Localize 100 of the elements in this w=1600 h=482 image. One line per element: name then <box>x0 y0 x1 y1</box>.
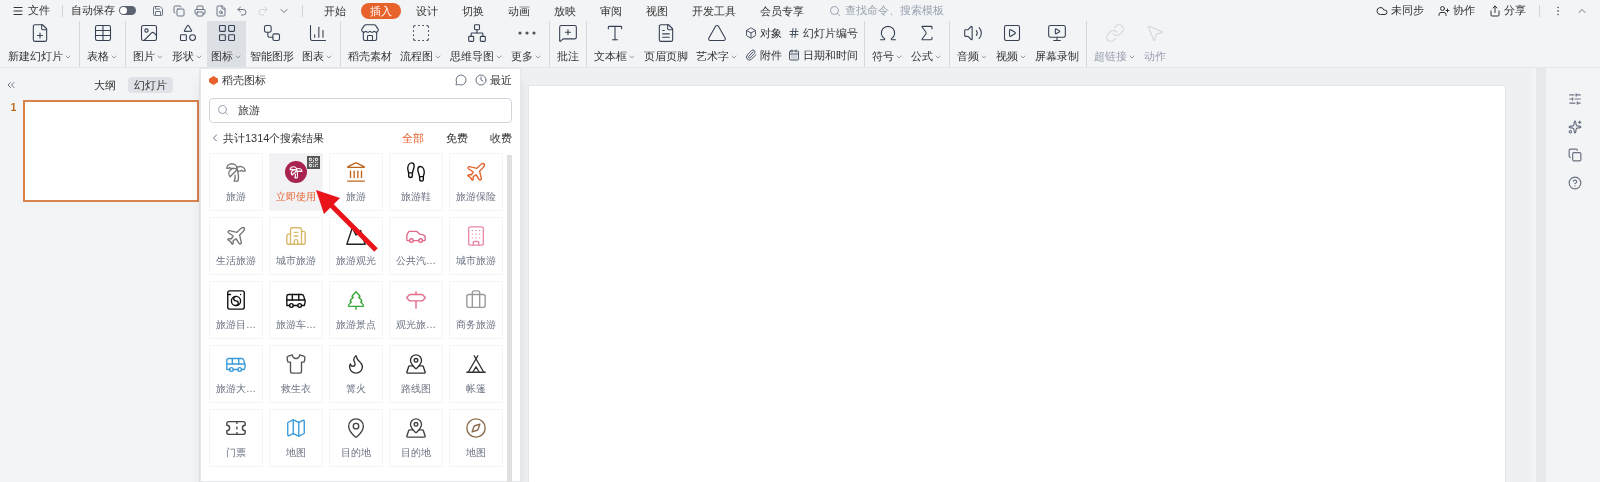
ribbon-small-button[interactable]: 附件 <box>745 47 782 64</box>
qr-code-icon[interactable] <box>307 156 320 169</box>
annotation-arrow <box>314 188 380 254</box>
ribbon-tab[interactable]: 放映 <box>545 2 585 19</box>
icon-tile[interactable]: 公共汽… <box>389 217 443 275</box>
ribbon-tab[interactable]: 开始 <box>315 2 355 19</box>
paperclip-icon <box>745 49 757 62</box>
ribbon-button[interactable]: 图标 <box>207 21 246 67</box>
recent-button[interactable]: 最近 <box>475 71 512 89</box>
icon-tile[interactable]: 旅游保险 <box>449 153 503 211</box>
ribbon-button[interactable]: 流程图 <box>396 21 446 67</box>
ribbon-button[interactable]: 屏幕录制 <box>1031 21 1083 67</box>
panel-tab[interactable]: 幻灯片 <box>128 77 173 93</box>
save-icon[interactable] <box>152 4 164 17</box>
ribbon-button[interactable]: 公式 <box>907 21 946 67</box>
ribbon-tab[interactable]: 会员专享 <box>751 2 813 19</box>
copy-icon[interactable] <box>1568 148 1582 162</box>
help-icon[interactable] <box>1568 176 1582 190</box>
icon-tile[interactable]: 商务旅游 <box>449 281 503 339</box>
icon-tile[interactable]: 旅游 <box>209 153 263 211</box>
slide-thumbnail[interactable] <box>23 100 199 202</box>
ribbon-button[interactable]: 视频 <box>992 21 1031 67</box>
icon-tile[interactable]: 旅游 <box>329 153 383 211</box>
icon-tile[interactable]: 路线图 <box>389 345 443 403</box>
search-icon <box>217 104 229 116</box>
undo-icon[interactable] <box>236 4 248 17</box>
icon-tile[interactable]: 目的地 <box>329 409 383 467</box>
top-action-button[interactable]: 协作 <box>1433 2 1480 19</box>
sliders-icon[interactable] <box>1568 92 1582 106</box>
ribbon-button[interactable]: 图表 <box>298 21 337 67</box>
ribbon-tab[interactable]: 切换 <box>453 2 493 19</box>
chat-icon[interactable] <box>455 74 467 86</box>
ribbon-button[interactable]: 更多 <box>507 21 546 67</box>
icon-tile[interactable]: 旅游目… <box>209 281 263 339</box>
share-icon <box>1489 4 1501 17</box>
ribbon-button[interactable]: 表格 <box>79 21 122 67</box>
autosave-toggle[interactable] <box>119 6 136 15</box>
hash-icon <box>788 26 800 39</box>
icon-tile[interactable]: 地图 <box>269 409 323 467</box>
icon-tile[interactable]: 篝火 <box>329 345 383 403</box>
icon-tile[interactable]: 门票 <box>209 409 263 467</box>
ellipsis-icon <box>517 31 536 36</box>
ribbon-button[interactable]: 文本框 <box>586 21 640 67</box>
icon-tile[interactable]: 目的地 <box>389 409 443 467</box>
icon-tile[interactable]: 救生衣 <box>269 345 323 403</box>
ribbon-button[interactable]: 智能图形 <box>246 21 298 67</box>
icon-tile[interactable]: 旅游鞋 <box>389 153 443 211</box>
ribbon-tab[interactable]: 审阅 <box>591 2 631 19</box>
top-action-button[interactable]: 未同步 <box>1371 2 1429 19</box>
panel-tab[interactable]: 大纲 <box>88 77 122 93</box>
tent-icon <box>465 352 487 375</box>
ribbon-button[interactable]: 批注 <box>549 21 583 67</box>
print-preview-icon[interactable] <box>215 4 227 17</box>
ribbon-small-button[interactable]: 对象 <box>745 24 782 41</box>
icon-tile[interactable]: 地图 <box>449 409 503 467</box>
top-action-button[interactable]: 分享 <box>1484 2 1531 19</box>
icon-search-field[interactable]: 旅游 <box>209 98 512 123</box>
scrollbar[interactable] <box>507 155 512 482</box>
ribbon-tab[interactable]: 动画 <box>499 2 539 19</box>
ribbon-button[interactable]: 稻壳素材 <box>340 21 396 67</box>
ribbon-button[interactable]: 符号 <box>864 21 907 67</box>
icon-tile[interactable]: 帐篷 <box>449 345 503 403</box>
ribbon-tab[interactable]: 开发工具 <box>683 2 745 19</box>
ribbon-button[interactable]: 页眉页脚 <box>640 21 692 67</box>
icon-tile[interactable]: 观光旅… <box>389 281 443 339</box>
sparkle-star-icon[interactable] <box>1568 120 1582 134</box>
icon-tile[interactable]: 旅游景点 <box>329 281 383 339</box>
file-menu[interactable]: 文件 <box>8 2 54 19</box>
ribbon-button[interactable]: 艺术字 <box>692 21 742 67</box>
mouse-icon <box>1145 23 1165 44</box>
link-icon <box>1105 23 1125 44</box>
icon-tile[interactable]: 旅游观光 <box>329 217 383 275</box>
screen-record-icon <box>1047 23 1067 44</box>
ribbon-button[interactable]: 图片 <box>125 21 168 67</box>
ribbon-button[interactable]: 新建幻灯片 <box>4 21 76 67</box>
ribbon-small-button[interactable]: 日期和时间 <box>788 47 858 64</box>
new-slide-icon <box>30 23 50 44</box>
tree-icon <box>345 288 367 311</box>
icon-tile[interactable]: 旅游大… <box>209 345 263 403</box>
icon-tile[interactable]: 生活旅游 <box>209 217 263 275</box>
filter-tab[interactable]: 免费 <box>446 129 468 147</box>
palm-tree-icon <box>225 160 247 183</box>
ribbon-tab[interactable]: 视图 <box>637 2 677 19</box>
ribbon-tab[interactable]: 设计 <box>407 2 447 19</box>
ribbon-button[interactable]: 形状 <box>168 21 207 67</box>
print-icon[interactable] <box>194 4 206 17</box>
palm-tree-icon <box>285 160 307 183</box>
ribbon-button[interactable]: 思维导图 <box>446 21 507 67</box>
filter-tab[interactable]: 收费 <box>490 129 512 147</box>
ribbon-small-button[interactable]: 幻灯片编号 <box>788 24 858 41</box>
command-search-field[interactable]: 查找命令、搜索模板 <box>845 2 965 19</box>
panel-title: 稻壳图标 <box>222 72 266 88</box>
icon-tile[interactable]: 旅游车… <box>269 281 323 339</box>
signpost-icon <box>405 288 427 311</box>
filter-tab[interactable]: 全部 <box>402 129 424 147</box>
map-pin-icon <box>345 416 367 439</box>
icon-tile[interactable]: 城市旅游 <box>269 217 323 275</box>
ribbon-button[interactable]: 音频 <box>949 21 992 67</box>
plane-icon <box>225 224 247 247</box>
icon-tile[interactable]: 城市旅游 <box>449 217 503 275</box>
